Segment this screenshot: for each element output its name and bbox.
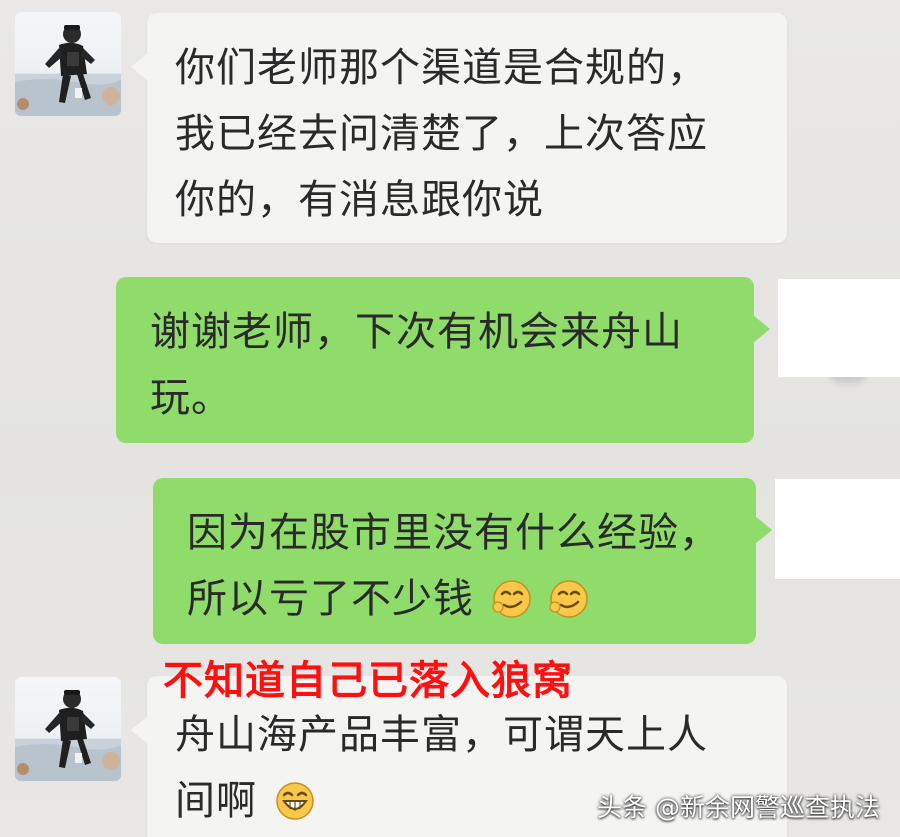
message-line: 你们老师那个渠道是合规的，	[175, 45, 708, 91]
message-text: 你们老师那个渠道是合规的， 我已经去问清楚了，上次答应 你的，有消息跟你说	[175, 35, 759, 233]
message-line: 舟山海产品丰富，可谓天上人	[175, 712, 708, 758]
message-line: 你的，有消息跟你说	[175, 177, 544, 223]
warning-annotation: 不知道自己已落入狼窝	[163, 658, 573, 704]
message-line-with-emoji: 所以亏了不少钱	[187, 566, 722, 632]
grin-emoji-icon	[275, 782, 314, 820]
message-line: 因为在股市里没有什么经验，	[187, 510, 720, 556]
smirk-emoji-icon	[492, 580, 531, 618]
bubble-tail	[753, 315, 770, 343]
message-text: 谢谢老师，下次有机会来舟山 玩。	[150, 299, 720, 431]
message-text: 因为在股市里没有什么经验， 所以亏了不少钱	[187, 500, 722, 632]
message-line: 玩。	[150, 375, 232, 421]
message-line: 我已经去问清楚了，上次答应	[175, 111, 708, 157]
message-line: 谢谢老师，下次有机会来舟山	[150, 309, 683, 355]
message-bubble-outgoing[interactable]: 谢谢老师，下次有机会来舟山 玩。	[116, 277, 770, 443]
runner-photo-avatar-icon	[15, 25, 121, 116]
message-bubble-incoming[interactable]: 你们老师那个渠道是合规的， 我已经去问清楚了，上次答应 你的，有消息跟你说	[131, 13, 787, 243]
message-bubble-outgoing[interactable]: 因为在股市里没有什么经验， 所以亏了不少钱	[153, 478, 772, 644]
smirk-emoji-icon	[549, 580, 589, 618]
message-line: 所以亏了不少钱	[187, 576, 474, 622]
chat-screen: 你们老师那个渠道是合规的， 我已经去问清楚了，上次答应 你的，有消息跟你说 谢谢…	[0, 0, 900, 837]
source-watermark: 头条 @新余网警巡查执法	[597, 793, 880, 822]
redacted-avatar	[778, 279, 900, 377]
contact-avatar[interactable]	[15, 12, 121, 116]
redacted-avatar	[775, 479, 900, 579]
message-line: 间啊	[175, 778, 257, 824]
runner-photo-avatar-icon	[15, 690, 121, 781]
bubble-tail	[131, 53, 148, 81]
bubble-tail	[755, 516, 772, 544]
contact-avatar[interactable]	[15, 677, 121, 781]
bubble-tail	[131, 716, 148, 744]
